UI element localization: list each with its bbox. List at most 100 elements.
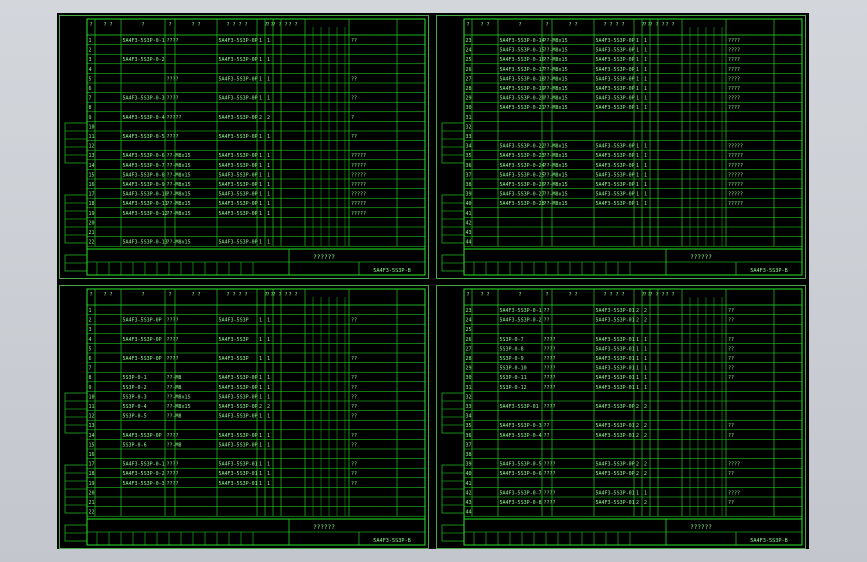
cell-code: 5A4F3-5S3P-0P bbox=[123, 337, 162, 343]
cell-note: ???? bbox=[728, 76, 740, 82]
cell-b: 1 bbox=[267, 76, 270, 82]
cell-mat: 5A4F3-5S3P-01 bbox=[596, 356, 635, 362]
cell-n: 17 bbox=[89, 192, 95, 198]
cell-n: 32 bbox=[466, 124, 472, 130]
cell-code: 5A4F3-5S3P-0-22 bbox=[500, 144, 545, 150]
cell-qty1: ??-M8x15 bbox=[544, 192, 568, 198]
cell-mat: 5A4F3-5S3P-0P bbox=[596, 86, 635, 92]
cell-code: 5A4F3-5S3P-0-21 bbox=[500, 105, 545, 111]
cell-n: 6 bbox=[89, 86, 92, 92]
cell-a: 2 bbox=[636, 433, 639, 439]
header-cell: ? ? bbox=[288, 292, 297, 298]
cell-code: 5S3P-0-6 bbox=[123, 442, 147, 448]
cell-qty1: ??-M8x15 bbox=[544, 105, 568, 111]
cell-qty1: ??-M8x15 bbox=[544, 57, 568, 63]
cell-n: 10 bbox=[89, 124, 95, 130]
cell-b: 1 bbox=[267, 96, 270, 102]
cell-mat: 5A4F3-5S3P bbox=[219, 318, 249, 324]
cell-b: 1 bbox=[644, 375, 647, 381]
cell-qty1: ???? bbox=[544, 337, 556, 343]
cell-n: 6 bbox=[89, 356, 92, 362]
cell-mat: 5A4F3-5S3P-01 bbox=[219, 462, 258, 468]
cell-n: 14 bbox=[89, 163, 95, 169]
cell-code: 5A4F3-5S3P-0-2 bbox=[123, 57, 165, 63]
sheet-svg: ?? ???? ?? ? ? ?? ?? ? ? ?? ?1 5A4F3-5S3P… bbox=[59, 15, 429, 279]
cell-n: 44 bbox=[466, 510, 472, 516]
cell-b: 1 bbox=[644, 153, 647, 159]
cell-qty1: ???? bbox=[544, 375, 556, 381]
cell-a: 2 bbox=[636, 423, 639, 429]
header-cell: ? ? bbox=[480, 22, 489, 28]
cell-a: 1 bbox=[259, 134, 262, 140]
header-cell: ? bbox=[141, 22, 144, 28]
cell-mat: 5A4F3-5S3P-01 bbox=[219, 471, 258, 477]
cell-code: 5A4F3-5S3P-0-20 bbox=[500, 96, 545, 102]
cell-n: 24 bbox=[466, 48, 472, 54]
cell-b: 1 bbox=[644, 346, 647, 352]
cell-n: 12 bbox=[89, 414, 95, 420]
margin-box bbox=[64, 122, 88, 164]
cell-qty1: ??-M8x15 bbox=[544, 182, 568, 188]
cell-a: 1 bbox=[636, 337, 639, 343]
cell-mat: 5A4F3-5S3P-0P bbox=[596, 38, 635, 44]
cell-n: 25 bbox=[466, 327, 472, 333]
cell-qty1: ???? bbox=[544, 471, 556, 477]
cell-code: 5A4F3-5S3P-0-15 bbox=[500, 48, 545, 54]
left-margin bbox=[441, 392, 465, 542]
cell-b: 2 bbox=[644, 308, 647, 314]
cell-b: 2 bbox=[644, 423, 647, 429]
header-cell: ? ? ? ? bbox=[643, 22, 664, 28]
cell-note: ???? bbox=[728, 48, 740, 54]
cell-code: 5A4F3-5S3P-0-19 bbox=[500, 86, 545, 92]
cell-a: 1 bbox=[259, 337, 262, 343]
cell-qty1: ?? bbox=[544, 423, 550, 429]
header-cell: ? ? ? ? bbox=[266, 292, 287, 298]
cell-mat: 5A4F3-5S3P-01 bbox=[596, 366, 635, 372]
cell-n: 29 bbox=[466, 366, 472, 372]
cell-b: 1 bbox=[644, 182, 647, 188]
cell-note: ?? bbox=[728, 423, 734, 429]
cell-a: 1 bbox=[636, 153, 639, 159]
cell-b: 1 bbox=[267, 201, 270, 207]
cell-qty1: ??-M8 bbox=[167, 442, 182, 448]
cell-note: ????? bbox=[728, 163, 743, 169]
cell-n: 23 bbox=[466, 308, 472, 314]
cell-n: 28 bbox=[466, 86, 472, 92]
cell-note: ?? bbox=[728, 318, 734, 324]
cell-note: ?? bbox=[351, 433, 357, 439]
cell-n: 38 bbox=[466, 182, 472, 188]
cell-n: 1 bbox=[89, 308, 92, 314]
cell-note: ????? bbox=[728, 153, 743, 159]
cell-qty1: ??-M8x15 bbox=[167, 211, 191, 217]
cell-note: ???? bbox=[728, 67, 740, 73]
cell-a: 1 bbox=[259, 471, 262, 477]
cell-n: 15 bbox=[89, 442, 95, 448]
cell-qty1: ???? bbox=[167, 96, 179, 102]
cell-code: 5A4F3-5S3P-0-2 bbox=[123, 471, 165, 477]
left-margin bbox=[64, 122, 88, 272]
cell-n: 32 bbox=[466, 394, 472, 400]
cell-code: 5A4F3-5S3P-0-4 bbox=[500, 433, 542, 439]
cell-b: 1 bbox=[644, 48, 647, 54]
cell-mat: 5A4F3-5S3P-01 bbox=[596, 337, 635, 343]
cell-code: 5A4F3-5S3P-0-7 bbox=[500, 490, 542, 496]
cell-b: 1 bbox=[644, 385, 647, 391]
cell-code: 5A4F3-5S3P-0P bbox=[123, 433, 162, 439]
cell-n: 25 bbox=[466, 57, 472, 63]
cell-a: 2 bbox=[636, 308, 639, 314]
cell-qty1: ??-M8x15 bbox=[167, 182, 191, 188]
cell-b: 2 bbox=[644, 471, 647, 477]
cell-a: 1 bbox=[259, 76, 262, 82]
drawing-canvas[interactable]: ?? ???? ?? ? ? ?? ?? ? ? ?? ? 1 5A4F3-5S3P… bbox=[57, 13, 809, 549]
cell-qty1: ???? bbox=[544, 346, 556, 352]
header-cell: ? ? bbox=[665, 22, 674, 28]
cell-n: 16 bbox=[89, 452, 95, 458]
cell-b: 1 bbox=[267, 481, 270, 487]
header-cell: ? bbox=[466, 292, 469, 298]
cell-code: 5A4F3-5S3P-0-7 bbox=[123, 163, 165, 169]
margin-box bbox=[441, 122, 465, 164]
cell-a: 1 bbox=[636, 385, 639, 391]
cell-mat: 5A4F3-5S3P-0P bbox=[596, 471, 635, 477]
cell-n: 19 bbox=[89, 211, 95, 217]
header-cell: ? ? ? ? bbox=[226, 292, 247, 298]
